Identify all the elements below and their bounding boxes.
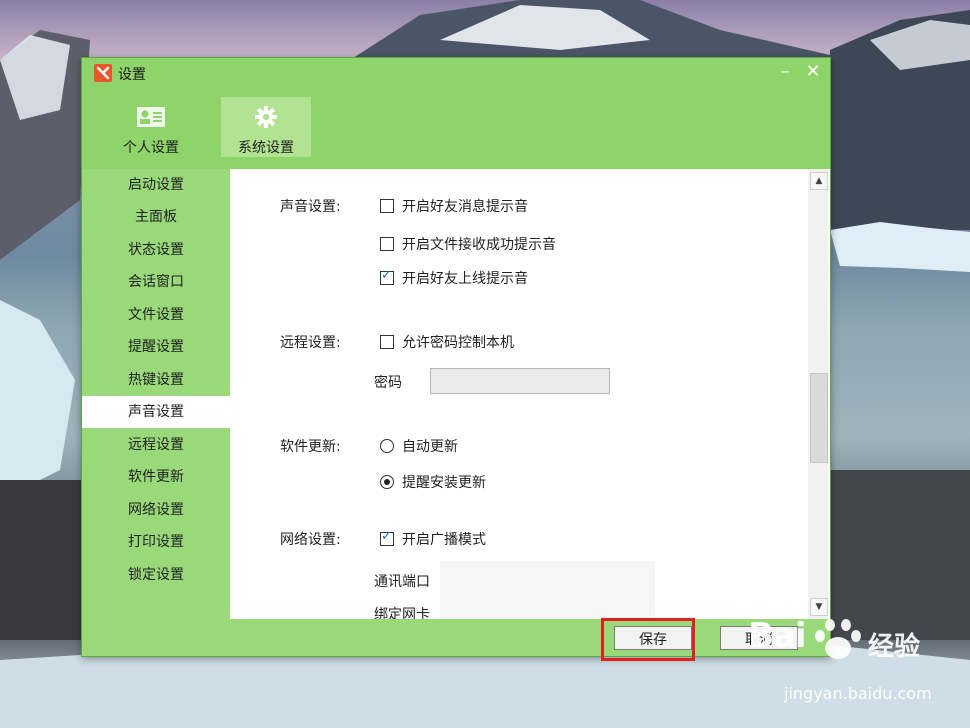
tab-personal-settings-label: 个人设置 [123, 140, 179, 156]
settings-content: 声音设置: 开启好友消息提示音 开启文件接收成功提示音 开启好友上线提示音 远程… [230, 169, 808, 619]
sidebar-item-chat-window[interactable]: 会话窗口 [82, 266, 230, 298]
sidebar-item-reminder[interactable]: 提醒设置 [82, 331, 230, 363]
sidebar-item-main-panel[interactable]: 主面板 [82, 201, 230, 233]
sidebar-item-print[interactable]: 打印设置 [82, 526, 230, 558]
checkbox-label: 允许密码控制本机 [402, 335, 514, 351]
sidebar-item-status[interactable]: 状态设置 [82, 234, 230, 266]
radio-label: 自动更新 [402, 439, 458, 455]
blurred-region [440, 561, 655, 619]
watermark-url: jingyan.baidu.com [784, 684, 932, 703]
update-section-label: 软件更新: [280, 439, 341, 455]
checkbox-box [380, 237, 394, 251]
watermark-jingyan: 经验 [868, 632, 921, 662]
sidebar-item-network[interactable]: 网络设置 [82, 494, 230, 526]
remind-install-update-radio[interactable]: 提醒安装更新 [380, 472, 486, 492]
sidebar-item-remote[interactable]: 远程设置 [82, 429, 230, 461]
checkbox-box [380, 335, 394, 349]
minimize-button[interactable]: – [774, 61, 796, 83]
app-logo-icon [94, 64, 112, 82]
radio-circle [380, 439, 394, 453]
checkbox-label: 开启文件接收成功提示音 [402, 237, 556, 253]
window-title: 设置 [118, 67, 146, 83]
settings-window: 设置 – ✕ 个人设置 系统设置 启动设置 主面板 状态设置 会话窗口 文件设置… [81, 57, 831, 657]
allow-password-control-checkbox[interactable]: 允许密码控制本机 [380, 332, 514, 352]
friend-online-sound-checkbox[interactable]: 开启好友上线提示音 [380, 268, 528, 288]
top-toolbar: 个人设置 系统设置 [82, 88, 830, 169]
checkbox-label: 开启广播模式 [402, 532, 486, 548]
tab-system-settings-label: 系统设置 [238, 140, 294, 156]
sidebar-item-startup[interactable]: 启动设置 [82, 169, 230, 201]
contact-card-icon [137, 107, 165, 127]
scrollbar-thumb[interactable] [810, 373, 828, 463]
close-button[interactable]: ✕ [802, 61, 824, 83]
vertical-scrollbar[interactable]: ▲ ▼ [808, 169, 828, 619]
nic-label: 绑定网卡 [374, 607, 430, 619]
tab-personal-settings[interactable]: 个人设置 [106, 97, 196, 157]
checkbox-box [380, 199, 394, 213]
paw-logo-icon [815, 619, 861, 659]
baidu-jingyan-watermark: Bai 经验 jingyan.baidu.com [740, 612, 960, 712]
broadcast-mode-checkbox[interactable]: 开启广播模式 [380, 529, 486, 549]
password-input[interactable] [430, 368, 610, 394]
radio-label: 提醒安装更新 [402, 475, 486, 491]
checkbox-label: 开启好友消息提示音 [402, 199, 528, 215]
sound-section-label: 声音设置: [280, 199, 341, 215]
password-label: 密码 [374, 375, 402, 391]
title-bar: 设置 – ✕ [82, 58, 830, 88]
sidebar-item-file[interactable]: 文件设置 [82, 299, 230, 331]
gear-icon [255, 106, 277, 128]
checkbox-box-checked [380, 268, 394, 285]
port-label: 通讯端口 [374, 574, 430, 590]
sidebar-item-sound[interactable]: 声音设置 [82, 396, 230, 428]
sidebar-item-hotkey[interactable]: 热键设置 [82, 364, 230, 396]
checkbox-label: 开启好友上线提示音 [402, 271, 528, 287]
file-received-sound-checkbox[interactable]: 开启文件接收成功提示音 [380, 234, 556, 254]
checkbox-box-checked [380, 529, 394, 546]
save-button-highlight-box [601, 618, 695, 661]
radio-circle-selected [380, 475, 394, 489]
tab-system-settings[interactable]: 系统设置 [221, 97, 311, 157]
settings-sidebar: 启动设置 主面板 状态设置 会话窗口 文件设置 提醒设置 热键设置 声音设置 远… [82, 169, 230, 656]
network-section-label: 网络设置: [280, 532, 341, 548]
watermark-brand: Bai [748, 616, 807, 656]
friend-message-sound-checkbox[interactable]: 开启好友消息提示音 [380, 196, 528, 216]
sidebar-item-update[interactable]: 软件更新 [82, 461, 230, 493]
auto-update-radio[interactable]: 自动更新 [380, 436, 458, 456]
scroll-up-arrow-icon[interactable]: ▲ [810, 172, 828, 190]
remote-section-label: 远程设置: [280, 335, 341, 351]
sidebar-item-lock[interactable]: 锁定设置 [82, 559, 230, 591]
